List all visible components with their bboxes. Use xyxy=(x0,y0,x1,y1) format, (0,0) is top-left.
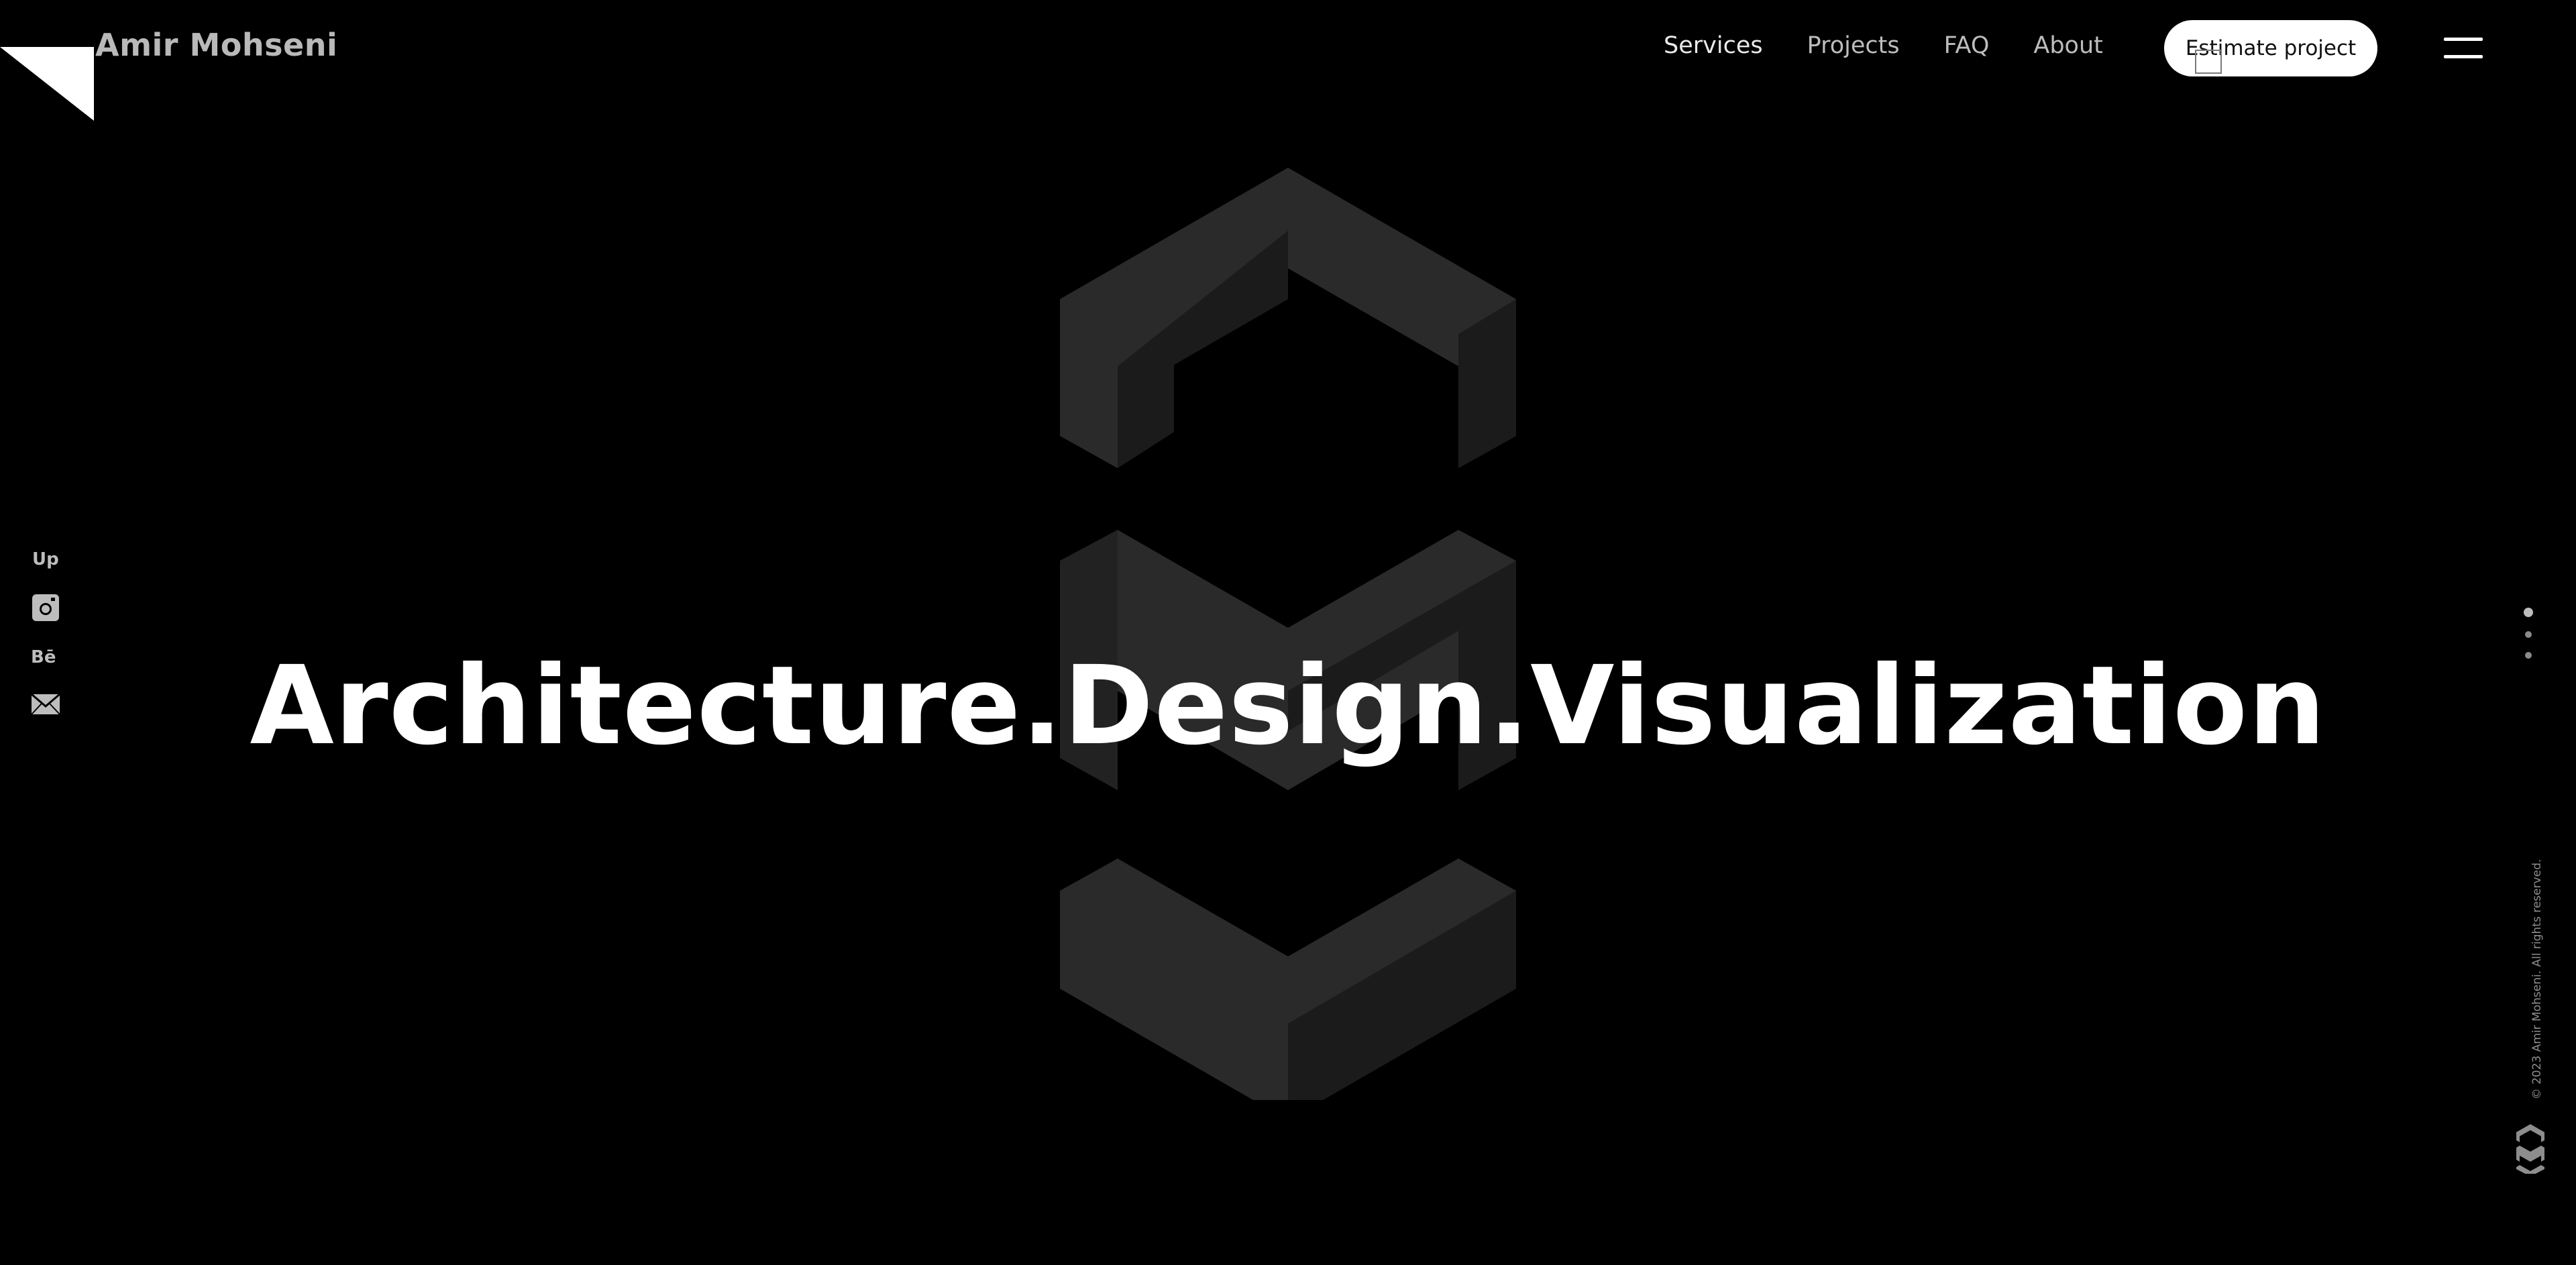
page-dot-1[interactable] xyxy=(2524,608,2533,617)
corner-triangle-decoration xyxy=(0,47,94,121)
logo-bottom-chevron xyxy=(1060,859,1516,1100)
estimate-project-button[interactable]: Estimate project xyxy=(2164,20,2377,76)
page-dot-2[interactable] xyxy=(2525,631,2532,638)
upwork-icon[interactable]: Up xyxy=(31,545,60,574)
small-logo-icon[interactable] xyxy=(2515,1123,2546,1174)
page-dot-3[interactable] xyxy=(2525,652,2532,659)
copyright-text: © 2023 Amir Mohseni. All rights reserved… xyxy=(2530,859,2544,1100)
hero-title: Architecture.Design.Visualization xyxy=(250,643,2326,769)
nav-services[interactable]: Services xyxy=(1664,32,1763,59)
svg-text:Up: Up xyxy=(32,549,59,569)
focus-outline xyxy=(2195,50,2222,74)
logo-top-chevron xyxy=(1060,168,1516,468)
nav-faq[interactable]: FAQ xyxy=(1944,32,1990,59)
nav-projects[interactable]: Projects xyxy=(1807,32,1900,59)
page-indicator xyxy=(2524,608,2533,673)
nav-about[interactable]: About xyxy=(2033,32,2102,59)
background-logo-graphic xyxy=(1060,168,1516,1100)
main-nav: Services Projects FAQ About xyxy=(1664,32,2147,59)
instagram-icon[interactable] xyxy=(31,593,60,622)
hamburger-menu-icon[interactable] xyxy=(2444,34,2483,60)
brand-name[interactable]: Amir Mohseni xyxy=(95,27,337,63)
